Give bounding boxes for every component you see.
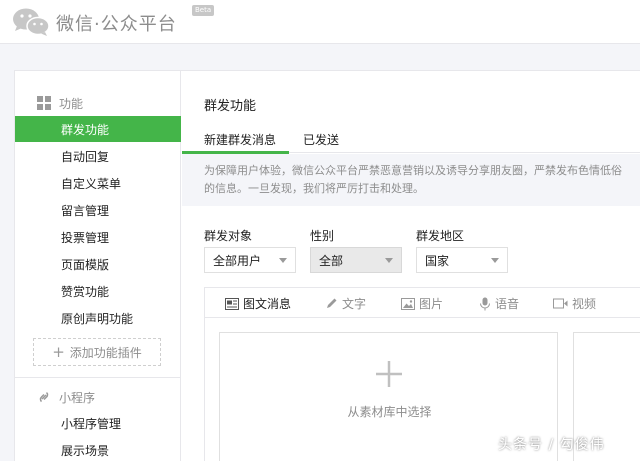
editor-tab-label: 文字 (342, 297, 367, 311)
filter-label-region: 群发地区 (416, 229, 465, 243)
editor-tab-voice[interactable]: 语音 (479, 295, 519, 312)
watermark-text: 头条号 / 勾俊伟 (498, 437, 605, 453)
sidebar-item-showcase[interactable]: 展示场景 (15, 437, 181, 461)
notice-banner: 为保障用户体验，微信公众平台严禁恶意营销以及诱导分享朋友圈，严禁发布色情低俗 的… (182, 154, 640, 206)
sidebar-item-label: 展示场景 (61, 443, 110, 458)
editor-tab-image[interactable]: 图片 (401, 295, 443, 312)
chevron-down-icon (279, 258, 287, 263)
add-plugin-label: 添加功能插件 (69, 345, 142, 360)
tab-new-mass-message[interactable]: 新建群发消息 (204, 131, 276, 148)
sidebar-item-label: 原创声明功能 (61, 311, 134, 326)
sidebar-item-label: 自动回复 (61, 149, 110, 164)
sidebar-item-label: 投票管理 (61, 230, 110, 245)
add-plugin-button[interactable]: + 添加功能插件 (33, 338, 161, 366)
notice-line: 为保障用户体验，微信公众平台严禁恶意营销以及诱导分享朋友圈，严禁发布色情低俗 (204, 164, 622, 177)
pen-icon (327, 298, 337, 308)
sidebar-item-label: 留言管理 (61, 203, 110, 218)
editor-tab-label: 图片 (419, 297, 444, 311)
tab-bar: 新建群发消息 已发送 (182, 123, 640, 154)
editor-tab-label: 语音 (495, 297, 520, 311)
brand-title: 微信·公众平台 (56, 14, 177, 35)
sidebar-item-auto-reply[interactable]: 自动回复 (15, 143, 181, 169)
region-select[interactable]: 国家 (416, 247, 508, 273)
select-value: 全部用户 (213, 253, 262, 268)
sidebar: 功能 群发功能 自动回复 自定义菜单 留言管理 投票管理 页面模版 赞赏功能 原… (15, 71, 181, 461)
grid-icon (37, 96, 51, 110)
target-select[interactable]: 全部用户 (204, 247, 296, 273)
editor-tab-video[interactable]: 视频 (553, 295, 596, 312)
mic-icon (480, 297, 490, 310)
beta-badge: Beta (192, 5, 215, 16)
sidebar-item-label: 赞赏功能 (61, 284, 110, 299)
upload-label: 从素材库中选择 (347, 405, 432, 419)
editor-tab-bar: 图文消息 文字 图片 语音 视频 (205, 288, 640, 318)
top-bar: 微信·公众平台 Beta (0, 0, 640, 44)
plus-icon: + (52, 343, 65, 361)
select-value: 全部 (319, 253, 344, 268)
sidebar-item-mass-send[interactable]: 群发功能 (15, 116, 181, 142)
plus-icon (376, 361, 402, 387)
sidebar-item-label: 小程序管理 (61, 416, 122, 431)
editor-tab-label: 视频 (572, 297, 597, 311)
filter-label-gender: 性别 (310, 229, 335, 243)
content-area: 群发功能 新建群发消息 已发送 为保障用户体验，微信公众平台严禁恶意营销以及诱导… (182, 71, 640, 461)
sidebar-group-title: 小程序 (59, 390, 96, 405)
sidebar-group-functions: 功能 (15, 91, 181, 115)
main-card: 功能 群发功能 自动回复 自定义菜单 留言管理 投票管理 页面模版 赞赏功能 原… (14, 70, 640, 461)
editor-tab-text[interactable]: 文字 (325, 295, 366, 312)
image-icon (401, 297, 415, 310)
sidebar-item-votes[interactable]: 投票管理 (15, 224, 181, 250)
editor-tab-article[interactable]: 图文消息 (225, 295, 291, 312)
article-icon (225, 297, 239, 310)
gender-select[interactable]: 全部 (310, 247, 402, 273)
video-icon (553, 298, 568, 309)
sidebar-item-original-declaration[interactable]: 原创声明功能 (15, 305, 181, 331)
sidebar-item-label: 自定义菜单 (61, 176, 122, 191)
sidebar-item-label: 群发功能 (61, 122, 110, 137)
chevron-down-icon (385, 258, 393, 263)
sidebar-item-appreciation[interactable]: 赞赏功能 (15, 278, 181, 304)
chevron-down-icon (491, 258, 499, 263)
wechat-logo-icon (13, 8, 50, 36)
sidebar-group-title: 功能 (59, 96, 84, 111)
editor-tab-label: 图文消息 (243, 297, 292, 311)
sidebar-divider (15, 377, 181, 378)
select-value: 国家 (425, 253, 450, 268)
filter-label-target: 群发对象 (204, 229, 253, 243)
sidebar-item-miniprogram-manage[interactable]: 小程序管理 (15, 410, 181, 436)
link-icon (39, 391, 49, 403)
sidebar-group-miniprogram: 小程序 (15, 385, 181, 409)
tab-sent[interactable]: 已发送 (303, 131, 339, 148)
sidebar-item-label: 页面模版 (61, 257, 110, 272)
notice-line: 的信息。一旦发现，我们将严厉打击和处理。 (204, 182, 424, 195)
sidebar-item-comments[interactable]: 留言管理 (15, 197, 181, 223)
page-title: 群发功能 (204, 99, 257, 114)
sidebar-item-page-templates[interactable]: 页面模版 (15, 251, 181, 277)
sidebar-item-custom-menu[interactable]: 自定义菜单 (15, 170, 181, 196)
